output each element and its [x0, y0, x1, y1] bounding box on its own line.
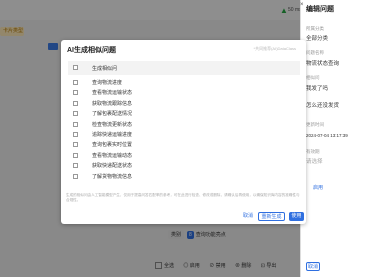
row-checkbox[interactable] — [73, 80, 78, 85]
table-row[interactable]: 查看物流运输动态 — [68, 151, 300, 160]
row-checkbox[interactable] — [73, 111, 78, 117]
use-button[interactable]: 使用 — [289, 212, 304, 221]
row-checkbox[interactable] — [73, 121, 78, 127]
enable-link[interactable]: 启用 — [313, 184, 323, 191]
similar-question-text: 检查物流更新状态 — [92, 121, 133, 128]
table-row[interactable]: 检查物流更新状态 — [68, 120, 300, 129]
table-header: 生成相似问 — [68, 61, 300, 75]
similar-question-text: 获取物流跟踪信息 — [92, 100, 133, 107]
similar-question-text: 查看物流运输状态 — [92, 90, 133, 97]
table-row[interactable]: 查询物流进度 — [68, 78, 300, 87]
similar-question-field[interactable]: 怎么还没发货 — [306, 101, 339, 109]
similar-question-text: 查看物流运输动态 — [92, 152, 133, 159]
field-label: 所属分类 — [306, 26, 324, 31]
select-all-checkbox[interactable] — [73, 65, 78, 70]
panel-cancel-button[interactable]: 取消 — [306, 262, 320, 271]
table-row[interactable]: 了解包裹配送情况 — [68, 109, 300, 118]
close-icon[interactable]: × — [300, 2, 305, 9]
dialog-actions: 取消 重新生成 使用 — [61, 212, 306, 224]
disclaimer-text: 生成的相似问由人工智能模型产生，仅用于提高问答匹配率的参考，可在此进行检查、修改… — [66, 193, 300, 202]
category-field[interactable]: 全部分类 — [306, 34, 328, 42]
row-checkbox[interactable] — [73, 100, 78, 106]
similar-question-text: 查询物流进度 — [92, 80, 123, 86]
similar-question-text: 查询包裹实时位置 — [92, 142, 133, 149]
field-label: 相似问 — [306, 75, 320, 80]
table-row[interactable]: 了解货物物流信息 — [68, 172, 300, 181]
row-checkbox[interactable] — [73, 142, 78, 148]
row-checkbox[interactable] — [73, 152, 78, 158]
similar-question-text: 了解货物物流信息 — [92, 173, 133, 180]
cancel-button[interactable]: 取消 — [242, 212, 254, 221]
table-row[interactable]: 查询包裹实时位置 — [68, 140, 300, 149]
similar-question-text: 获取快递配送状态 — [92, 163, 133, 170]
column-header: 生成相似问 — [92, 66, 118, 72]
table-row[interactable]: 获取物流跟踪信息 — [68, 99, 300, 108]
row-checkbox[interactable] — [73, 163, 78, 169]
validity-date-picker[interactable]: 请选择 — [306, 157, 323, 165]
row-checkbox[interactable] — [73, 90, 78, 96]
similar-question-text: 了解包裹配送情况 — [92, 111, 133, 118]
regenerate-button[interactable]: 重新生成 — [258, 212, 285, 221]
panel-title: 编辑问题 — [306, 6, 334, 13]
table-row[interactable]: 查看物流运输状态 — [68, 88, 300, 97]
similar-question-text: 追踪快递运输进度 — [92, 132, 133, 138]
dialog-title: AI生成相似问题 — [67, 47, 116, 54]
dialog-hint: *共同推荐(AI)DataClass — [253, 46, 296, 51]
field-label: 更新时间 — [306, 122, 324, 127]
question-name-field[interactable]: 物流状态查询 — [306, 59, 339, 67]
similar-question-field[interactable]: 我发了吗 — [306, 84, 328, 92]
table-row[interactable]: 追踪快递运输进度 — [68, 130, 300, 139]
ai-similar-questions-dialog: AI生成相似问题 *共同推荐(AI)DataClass 生成相似问 查询物流进度… — [61, 40, 306, 224]
field-label: 有效期 — [306, 149, 320, 154]
field-label: 问题名称 — [306, 50, 324, 55]
update-time-value: 2024-07-04 13:17:39 — [306, 133, 348, 138]
row-checkbox[interactable] — [73, 132, 78, 137]
row-checkbox[interactable] — [73, 173, 78, 179]
table-row[interactable]: 获取快递配送状态 — [68, 161, 300, 170]
